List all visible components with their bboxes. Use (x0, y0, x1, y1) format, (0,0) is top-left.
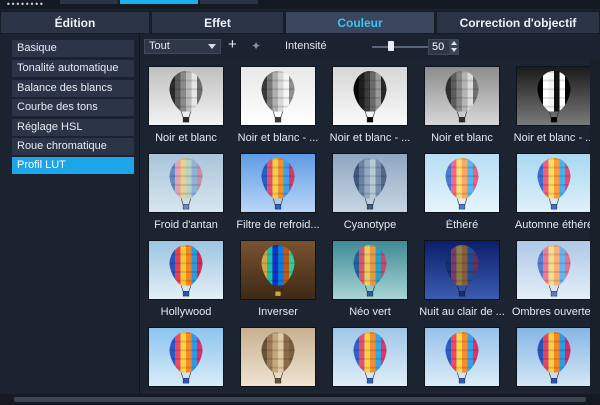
preset-thumbnail (516, 153, 592, 213)
intensity-slider[interactable] (372, 40, 434, 52)
preset-tile[interactable]: Néo vert (324, 236, 416, 321)
preset-label: Noir et blanc - ... (329, 132, 411, 144)
preset-label: Éthéré (445, 219, 479, 231)
preset-label: Néo vert (349, 306, 391, 318)
tab-correction-objectif[interactable]: Correction d'objectif (436, 11, 600, 34)
strip-segment-active (120, 0, 198, 4)
preset-label: Nuit au clair de ... (419, 306, 505, 318)
tab-effet[interactable]: Effet (151, 11, 284, 34)
preset-thumbnail (424, 240, 500, 300)
preset-tile[interactable] (232, 323, 324, 394)
lut-toolbar: Tout + ✦ Intensité 50 (140, 34, 600, 60)
sidebar-item-courbe-tons[interactable]: Courbe des tons (12, 99, 134, 116)
preset-thumbnail (424, 153, 500, 213)
preset-thumbnail (240, 66, 316, 126)
sidebar-item-balance-blancs[interactable]: Balance des blancs (12, 80, 134, 97)
preset-thumbnail (332, 327, 408, 387)
preset-tile[interactable] (508, 323, 600, 394)
preset-grid: Noir et blanc Noir et blanc - ... Noir et … (140, 60, 600, 394)
strip-segment (200, 0, 258, 4)
preset-tile[interactable]: Hollywood (140, 236, 232, 321)
preset-tile[interactable]: Noir et blanc - ... (232, 62, 324, 147)
tab-bar: Édition Effet Couleur Correction d'objec… (0, 9, 600, 34)
preset-label: Ombres ouvertes (511, 306, 597, 318)
vertical-scrollbar[interactable] (590, 60, 600, 394)
preset-thumbnail (148, 153, 224, 213)
preset-tile[interactable] (416, 323, 508, 394)
category-select-value: Tout (149, 40, 170, 52)
preset-label: Noir et blanc (155, 132, 217, 144)
preset-thumbnail (516, 327, 592, 387)
slider-track (372, 46, 430, 48)
preset-thumbnail (424, 66, 500, 126)
preset-tile[interactable]: Froid d'antan (140, 149, 232, 234)
preset-thumbnail (148, 327, 224, 387)
preset-thumbnail (240, 240, 316, 300)
sidebar-item-roue-chromatique[interactable]: Roue chromatique (12, 138, 134, 155)
preset-label: Automne éthéré (514, 219, 594, 231)
preset-tile[interactable]: Cyanotype (324, 149, 416, 234)
intensity-stepper[interactable] (449, 39, 459, 55)
intensity-value: 50 (432, 41, 445, 53)
stepper-down-icon[interactable] (451, 48, 457, 52)
preset-tile[interactable]: Nuit au clair de ... (416, 236, 508, 321)
category-select[interactable]: Tout (144, 39, 221, 54)
preset-thumbnail (332, 153, 408, 213)
preset-thumbnail (240, 153, 316, 213)
sidebar-item-reglage-hsl[interactable]: Réglage HSL (12, 119, 134, 136)
preset-tile[interactable]: Éthéré (416, 149, 508, 234)
preset-thumbnail (332, 66, 408, 126)
preset-thumbnail (332, 240, 408, 300)
strip-segment (60, 0, 118, 4)
horizontal-scrollbar[interactable] (0, 394, 600, 405)
preset-label: Hollywood (160, 306, 212, 318)
drag-grip-icon[interactable]: •••••••• (6, 1, 44, 9)
stepper-up-icon[interactable] (451, 41, 457, 45)
preset-thumbnail (148, 66, 224, 126)
sidebar-item-basique[interactable]: Basique (12, 40, 134, 57)
preset-tile[interactable]: Inverser (232, 236, 324, 321)
preset-tile[interactable] (140, 323, 232, 394)
preset-label: Noir et blanc - ... (237, 132, 319, 144)
preset-thumbnail (424, 327, 500, 387)
preset-tile[interactable]: Noir et blanc - ... (508, 62, 600, 147)
sidebar: Basique Tonalité automatique Balance des… (0, 34, 140, 394)
sidebar-item-tonalite-auto[interactable]: Tonalité automatique (12, 60, 134, 77)
preset-tile[interactable]: Noir et blanc (140, 62, 232, 147)
preset-thumbnail (516, 240, 592, 300)
star-icon[interactable]: ✦ (251, 39, 261, 53)
preset-label: Cyanotype (343, 219, 397, 231)
preset-thumbnail (516, 66, 592, 126)
preset-label: Filtre de refroid... (236, 219, 320, 231)
title-strip: •••••••• (0, 0, 600, 9)
preset-tile[interactable] (324, 323, 416, 394)
intensity-label: Intensité (285, 40, 327, 52)
preset-tile[interactable]: Ombres ouvertes (508, 236, 600, 321)
chevron-down-icon (208, 44, 216, 49)
preset-thumbnail (240, 327, 316, 387)
preset-tile[interactable]: Automne éthéré (508, 149, 600, 234)
preset-label: Noir et blanc (431, 132, 493, 144)
preset-label: Noir et blanc - ... (513, 132, 595, 144)
preset-thumbnail (148, 240, 224, 300)
preset-tile[interactable]: Noir et blanc (416, 62, 508, 147)
preset-label: Inverser (258, 306, 298, 318)
plus-icon[interactable]: + (228, 37, 237, 53)
scrollbar-thumb[interactable] (14, 397, 586, 402)
preset-label: Froid d'antan (154, 219, 218, 231)
slider-handle[interactable] (388, 41, 394, 51)
sidebar-item-profil-lut[interactable]: Profil LUT (12, 157, 134, 174)
tab-edition[interactable]: Édition (0, 11, 150, 34)
preset-tile[interactable]: Noir et blanc - ... (324, 62, 416, 147)
preset-tile[interactable]: Filtre de refroid... (232, 149, 324, 234)
tab-couleur[interactable]: Couleur (285, 11, 435, 34)
